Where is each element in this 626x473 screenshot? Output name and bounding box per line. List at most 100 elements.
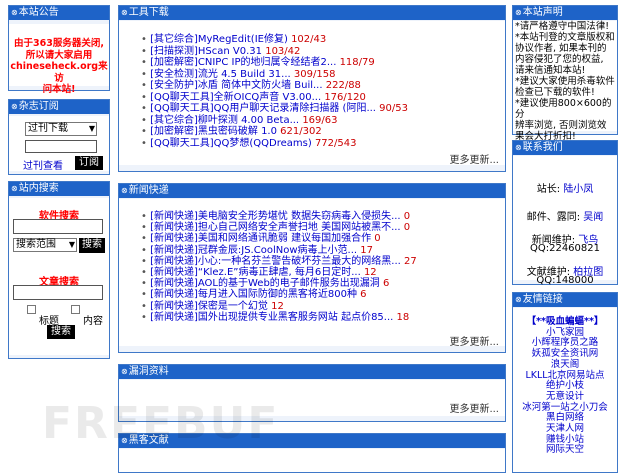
bullet-icon: • xyxy=(141,211,151,222)
article-search-button[interactable]: 搜索 xyxy=(47,325,75,339)
friend-link[interactable]: 网际天空 xyxy=(513,445,617,456)
contact-header: ⊗联系我们 xyxy=(513,141,617,155)
item-category[interactable]: [新闻快递] xyxy=(150,312,198,323)
item-title[interactable]: MyRegEdit(IE修复) xyxy=(198,34,288,45)
mail-link[interactable]: 吴闻 xyxy=(583,212,603,223)
item-category[interactable]: [加密解密] xyxy=(150,126,198,137)
bullet-icon: • xyxy=(141,289,151,301)
item-category[interactable]: [QQ聊天工具] xyxy=(150,103,214,114)
search-panel: ⊗站内搜索 软件搜索 搜索范围 ▼ 搜索 文章搜索 标题 内容 搜索 xyxy=(8,181,110,359)
statement-line: 请来信通知本站! xyxy=(515,65,586,76)
item-title[interactable]: 全新OICQ声音 V3.00... xyxy=(214,92,322,103)
soft-search-button[interactable]: 搜索 xyxy=(79,238,105,253)
contact-qq2: QQ:148000 xyxy=(536,275,594,286)
item-count: 12 xyxy=(363,267,377,278)
item-title[interactable]: 国外出现提供专业黑客服务网站 起点价85... xyxy=(198,312,393,323)
bullet-icon: • xyxy=(141,114,151,126)
tools-more-link[interactable]: 更多更新... xyxy=(449,151,499,166)
soft-search-input[interactable] xyxy=(13,219,103,234)
item-category[interactable]: [新闻快递] xyxy=(150,289,198,300)
friend-link[interactable]: 浪天阁 xyxy=(513,359,617,371)
search-scope-select[interactable]: 搜索范围 ▼ xyxy=(13,238,77,252)
vuln-title: 漏洞资料 xyxy=(128,366,169,377)
item-count: 6 xyxy=(360,289,367,301)
news-title: 新闻快递 xyxy=(128,185,169,196)
notice-line: 由于363服务器关闭, xyxy=(14,38,104,49)
item-category[interactable]: [新闻快递] xyxy=(150,278,198,289)
vuln-more-link[interactable]: 更多更新... xyxy=(449,400,499,415)
statement-line: *建议使用800×600的分 xyxy=(515,98,612,120)
friend-link[interactable]: 无意设计 xyxy=(513,391,617,403)
item-title[interactable]: CNIPC IP的地归属令经结者2... xyxy=(198,57,336,68)
content-checkbox[interactable] xyxy=(71,305,80,314)
item-category[interactable]: [QQ聊天工具] xyxy=(150,92,214,103)
item-count: 27 xyxy=(403,255,417,267)
statement-panel: ⊗本站声明 *请严格遵守中国法律! *本站刊登的文章版权和 协议作者, 如果本刊… xyxy=(512,5,618,142)
item-title[interactable]: 担心自己网络安全声誉扫地 美国网站被黑不... xyxy=(198,222,401,233)
notice-title: 本站公告 xyxy=(18,7,59,18)
item-title[interactable]: QQ用户聊天记录清除扫描器 (阿阳... xyxy=(214,103,376,114)
item-category[interactable]: [其它综合] xyxy=(150,34,198,45)
item-count: 118/79 xyxy=(339,57,375,68)
item-category[interactable]: [新闻快递] xyxy=(150,301,198,312)
bullet-icon: • xyxy=(141,233,151,245)
item-title[interactable]: 保密是一个幻觉 xyxy=(198,301,268,312)
article-search-input[interactable] xyxy=(13,285,103,300)
magazine-input[interactable] xyxy=(25,140,97,153)
bullet-icon: • xyxy=(141,267,151,278)
item-category[interactable]: [安全防护] xyxy=(150,80,198,91)
item-title[interactable]: 美国和网络通讯脆弱 建议每国加强合作 xyxy=(198,233,371,244)
search-title: 站内搜索 xyxy=(18,183,59,194)
item-category[interactable]: [加密解密] xyxy=(150,57,198,68)
news-item: • [新闻快递]美国和网络通讯脆弱 建议每国加强合作 0 xyxy=(141,233,381,245)
item-category[interactable]: [安全检测] xyxy=(150,69,198,80)
item-title[interactable]: 小心:一种名芬兰警告破坏芬兰最大的网络黑... xyxy=(198,256,401,267)
item-title[interactable]: HScan V0.31 xyxy=(198,46,262,57)
news-body: • [新闻快递]美电脑安全形势堪忧 数据失窃病毒入侵损失... 0 • [新闻快递… xyxy=(119,199,505,348)
links-panel: ⊗友情链接 【**吸血蝙蝠**】 小飞家园 小辉程序员之路 妖孤安全资讯网 浪天阁 LKL… xyxy=(512,292,618,473)
header-check-icon: ⊗ xyxy=(515,295,522,304)
item-title[interactable]: 冰盾 简体中文防火墙 Buil... xyxy=(198,80,323,91)
bullet-icon: • xyxy=(141,300,151,312)
magazine-select[interactable]: 过刊下载 ▼ xyxy=(25,122,97,136)
tool-item: • [其它综合]柳叶探测 4.00 Beta... 169/63 xyxy=(141,115,338,127)
item-category[interactable]: [新闻快递] xyxy=(150,233,198,244)
item-count: 169/63 xyxy=(302,114,338,126)
item-title[interactable]: AOL的基于Web的电子邮件服务出现漏洞 xyxy=(198,278,380,289)
header-check-icon: ⊗ xyxy=(121,186,128,195)
title-checkbox[interactable] xyxy=(27,305,36,314)
item-category[interactable]: [新闻快递] xyxy=(150,267,198,278)
item-title[interactable]: “Klez.E”病毒正肆虐, 每月6日定时... xyxy=(198,267,361,278)
item-count: 90/53 xyxy=(379,103,408,114)
magazine-view-link[interactable]: 过刊查看 xyxy=(23,157,63,172)
item-category[interactable]: [新闻快递] xyxy=(150,211,198,222)
subscribe-button[interactable]: 订阅 xyxy=(75,156,103,170)
item-category[interactable]: [新闻快递] xyxy=(150,245,198,256)
item-count: 0 xyxy=(374,233,381,245)
item-category[interactable]: [新闻快递] xyxy=(150,222,198,233)
news-more-link[interactable]: 更多更新... xyxy=(449,333,499,348)
news-item: • [新闻快递]每月进入国际防御的黑客将近800种 6 xyxy=(141,289,367,301)
item-count: 621/302 xyxy=(280,126,322,137)
item-category[interactable]: [QQ聊天工具] xyxy=(150,138,214,149)
item-title[interactable]: 黑虫密码破解 1.0 xyxy=(198,126,277,137)
item-title[interactable]: 美电脑安全形势堪忧 数据失窃病毒入侵损失... xyxy=(198,211,401,222)
news-panel: ⊗新闻快递 • [新闻快递]美电脑安全形势堪忧 数据失窃病毒入侵损失... 0 •… xyxy=(118,183,506,353)
bullet-icon: • xyxy=(141,80,151,91)
statement-line: *建议大家使用杀毒软件 xyxy=(515,76,615,87)
statement-body: *请严格遵守中国法律! *本站刊登的文章版权和 协议作者, 如果本刊的 内容侵犯… xyxy=(513,21,617,142)
links-header: ⊗友情链接 xyxy=(513,293,617,307)
item-title[interactable]: 流光 4.5 Build 31... xyxy=(198,69,291,80)
bullet-icon: • xyxy=(141,45,151,57)
news-header: ⊗新闻快递 xyxy=(119,184,505,198)
item-category[interactable]: [扫描探测] xyxy=(150,46,198,57)
item-title[interactable]: QQ梦想(QQDreams) xyxy=(214,138,312,149)
item-category[interactable]: [新闻快递] xyxy=(150,256,198,267)
header-check-icon: ⊗ xyxy=(11,8,18,17)
item-title[interactable]: 柳叶探测 4.00 Beta... xyxy=(198,115,299,126)
item-category[interactable]: [其它综合] xyxy=(150,115,198,126)
item-title[interactable]: 冠群金辰:JS.CoolNow病毒上小范... xyxy=(198,245,357,256)
master-link[interactable]: 陆小凤 xyxy=(563,184,593,195)
links-body: 【**吸血蝙蝠**】 小飞家园 小辉程序员之路 妖孤安全资讯网 浪天阁 LKLL北京网易站… xyxy=(513,308,617,472)
item-title[interactable]: 每月进入国际防御的黑客将近800种 xyxy=(198,289,357,300)
